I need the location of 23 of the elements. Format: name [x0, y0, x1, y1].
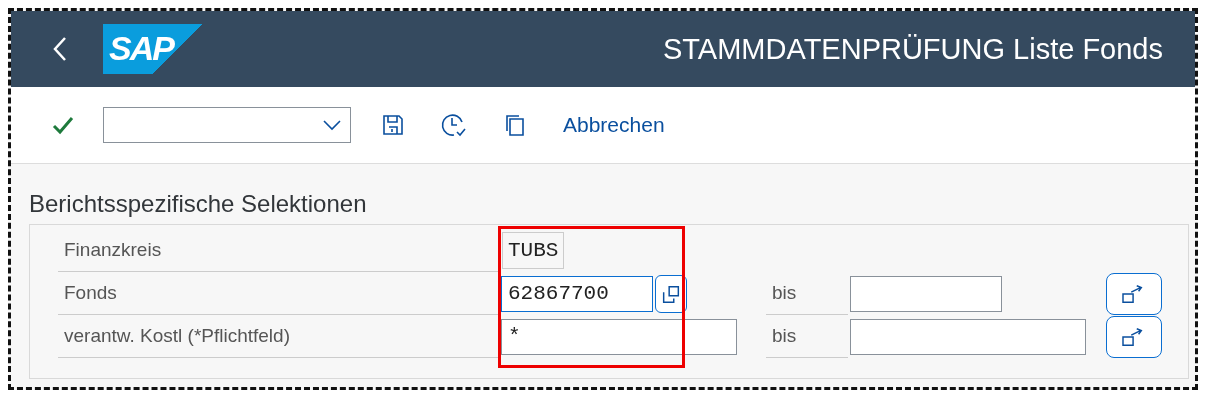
field-label: bis — [766, 272, 848, 315]
input-field[interactable] — [850, 275, 1002, 312]
logo: SAP — [103, 24, 203, 74]
value-display: TUBS — [502, 232, 565, 269]
field-label: verantw. Kostl (*Pflichtfeld) — [58, 315, 498, 358]
cancel-button[interactable]: Abbrechen — [563, 113, 665, 137]
input-field[interactable]: * — [501, 318, 737, 355]
command-field[interactable] — [103, 107, 351, 143]
section-title: Berichtsspezifische Selektionen — [29, 190, 368, 218]
save-icon[interactable] — [381, 113, 405, 137]
caret-icon — [322, 119, 342, 131]
multiple-selection-button[interactable] — [1106, 315, 1162, 358]
field-label: bis — [766, 315, 848, 358]
field-label: Finanzkreis — [58, 229, 498, 272]
input-field[interactable] — [850, 318, 1086, 355]
field-label: Fonds — [58, 272, 498, 315]
clock-check-icon[interactable] — [441, 112, 467, 138]
input-field[interactable]: 62867700 — [501, 275, 653, 312]
multiple-selection-button[interactable] — [1106, 272, 1162, 315]
copy-icon[interactable] — [503, 113, 527, 137]
back-icon[interactable] — [53, 36, 67, 62]
value-help-button[interactable] — [655, 274, 687, 313]
window-title: STAMMDATENPRÜFUNG Liste Fonds — [662, 32, 1163, 66]
